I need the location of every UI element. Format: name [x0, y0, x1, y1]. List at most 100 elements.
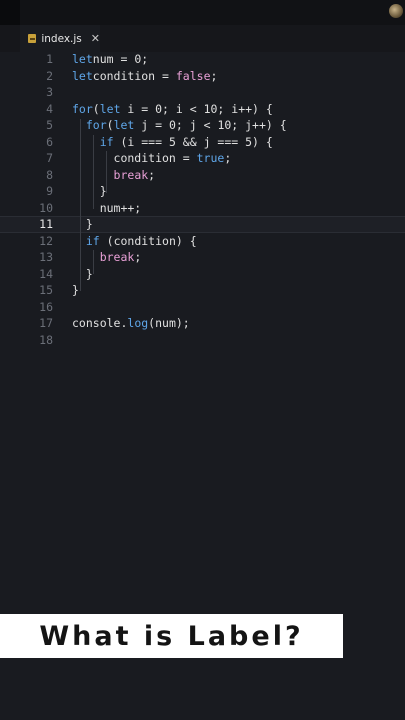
line-number: 9	[46, 184, 53, 198]
code-line[interactable]: 17 console.log(num);	[0, 315, 405, 332]
code-line[interactable]: 15}	[0, 282, 405, 299]
indent-guide	[80, 119, 81, 291]
line-number: 5	[46, 118, 53, 132]
code-token: ;	[224, 151, 232, 165]
keyword-token: true	[196, 151, 225, 165]
code-line[interactable]: 4 for(let i = 0; i < 10; i++) {	[0, 101, 405, 118]
tab-bar: index.js ✕	[0, 25, 405, 53]
flow-token: break	[99, 250, 135, 264]
code-line[interactable]: 10 num++;	[0, 200, 405, 217]
keyword-token: log	[127, 316, 149, 330]
line-number: 2	[46, 68, 53, 83]
code-text: for(let j = 0; j < 10; j++) {	[72, 117, 287, 134]
close-icon[interactable]: ✕	[91, 32, 100, 45]
code-token: (	[106, 118, 114, 132]
code-token: ;	[148, 167, 156, 182]
code-text: num++;	[72, 200, 142, 217]
code-token: num = 0;	[92, 52, 149, 66]
keyword-token: for	[72, 101, 93, 116]
line-number: 8	[46, 167, 53, 182]
flow-token: break	[113, 167, 149, 182]
code-line[interactable]: 18	[0, 332, 405, 349]
code-token: }	[72, 266, 93, 281]
code-token: (num);	[148, 316, 190, 330]
code-line[interactable]: 3	[0, 84, 405, 101]
code-token: (	[92, 101, 100, 116]
indent-guide	[106, 151, 107, 193]
code-text: }	[72, 282, 79, 299]
keyword-token: let	[72, 68, 93, 83]
code-token: }	[72, 283, 79, 297]
code-text: }	[72, 266, 93, 283]
avatar[interactable]	[389, 4, 403, 18]
code-line[interactable]: 13 break;	[0, 249, 405, 266]
keyword-token: if	[99, 134, 114, 149]
code-text: }	[72, 183, 107, 200]
code-text: break;	[72, 167, 156, 184]
code-token: j = 0; j < 10; j++) {	[134, 118, 287, 132]
indent-guide	[93, 135, 94, 209]
line-number: 10	[39, 200, 53, 215]
code-text: console.log(num);	[72, 315, 190, 332]
code-text: break;	[72, 249, 142, 266]
line-number: 15	[39, 283, 53, 297]
code-token: i = 0; i < 10; i++) {	[120, 101, 273, 116]
code-token: num++;	[72, 200, 142, 215]
line-number: 14	[39, 266, 53, 281]
code-line[interactable]: 6 if (i === 5 && j === 5) {	[0, 134, 405, 151]
code-text: letcondition = false;	[72, 68, 217, 85]
code-line[interactable]: 11 }	[0, 216, 405, 233]
caption-text: What is Label?	[39, 620, 304, 652]
code-token: condition =	[92, 68, 176, 83]
keyword-token: let	[99, 101, 121, 116]
keyword-token: for	[85, 118, 107, 132]
code-text: for(let i = 0; i < 10; i++) {	[72, 101, 273, 118]
flow-token: false	[175, 68, 211, 83]
code-text: if (i === 5 && j === 5) {	[72, 134, 273, 151]
line-number: 11	[39, 217, 53, 231]
line-number: 4	[46, 101, 53, 116]
keyword-token: let	[72, 52, 93, 66]
code-token: }	[72, 217, 93, 231]
code-line[interactable]: 12 if (condition) {	[0, 233, 405, 250]
keyword-token: let	[113, 118, 135, 132]
line-number: 3	[46, 85, 53, 99]
code-text: }	[72, 217, 93, 232]
code-token: (condition) {	[99, 233, 197, 248]
line-number: 6	[46, 134, 53, 149]
keyword-token: if	[85, 233, 100, 248]
code-token: ;	[134, 250, 142, 264]
code-token: console.	[72, 316, 128, 330]
code-line[interactable]: 16	[0, 299, 405, 316]
code-line[interactable]: 2 letcondition = false;	[0, 68, 405, 85]
tab-label: index.js	[41, 32, 82, 45]
line-number: 7	[46, 151, 53, 165]
code-line[interactable]: 5 for(let j = 0; j < 10; j++) {	[0, 117, 405, 134]
line-number: 18	[39, 332, 53, 347]
code-editor[interactable]: 1 letnum = 0; 2 letcondition = false; 3 4 for(…	[0, 51, 405, 348]
activity-bar	[0, 0, 20, 25]
code-token: condition =	[72, 151, 197, 165]
line-number: 12	[39, 233, 53, 248]
code-text: if (condition) {	[72, 233, 197, 250]
code-line[interactable]: 9 }	[0, 183, 405, 200]
code-token: (i === 5 && j === 5) {	[113, 134, 273, 149]
caption-banner: What is Label?	[0, 614, 343, 658]
js-file-icon	[28, 34, 37, 43]
title-bar	[0, 0, 405, 25]
code-line[interactable]: 7 condition = true;	[0, 150, 405, 167]
code-token: }	[72, 184, 107, 198]
line-number: 13	[39, 250, 53, 264]
code-line[interactable]: 1 letnum = 0;	[0, 51, 405, 68]
tab-index-js[interactable]: index.js ✕	[20, 25, 100, 53]
indent-guide	[93, 250, 94, 274]
code-line[interactable]: 14 }	[0, 266, 405, 283]
code-line[interactable]: 8 break;	[0, 167, 405, 184]
line-number: 1	[46, 52, 53, 66]
code-text: letnum = 0;	[72, 51, 148, 68]
line-number: 16	[39, 299, 53, 314]
